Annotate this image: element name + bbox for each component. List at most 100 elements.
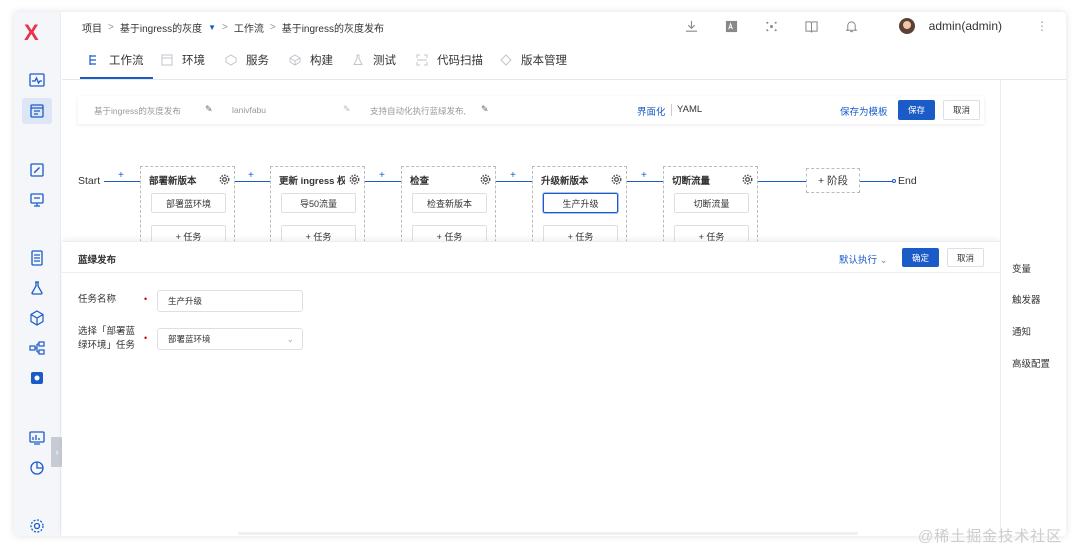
- select-task-label: 选择「部署蓝绿环境」任务: [78, 326, 136, 351]
- flask-icon[interactable]: [27, 278, 47, 298]
- add-stage-button[interactable]: + 阶段: [806, 168, 860, 193]
- tab-test[interactable]: 测试: [352, 52, 396, 68]
- right-panel: 变量 触发器 通知 高级配置: [1000, 80, 1066, 536]
- breadcrumb-item[interactable]: 项目: [82, 20, 102, 35]
- workflow-desc-field[interactable]: 支持自动化执行蓝绿发布,: [370, 105, 466, 117]
- breadcrumb-item[interactable]: 工作流: [234, 20, 264, 35]
- divider: [671, 104, 672, 116]
- env-icon: [161, 54, 173, 66]
- gear-icon[interactable]: [349, 172, 360, 185]
- job-button-selected[interactable]: 生产升级: [543, 193, 618, 213]
- right-panel-triggers[interactable]: 触发器: [1012, 292, 1041, 306]
- right-panel-advanced[interactable]: 高级配置: [1012, 356, 1050, 370]
- hierarchy-icon[interactable]: [27, 338, 47, 358]
- tab-label: 构建: [310, 55, 333, 67]
- tab-version[interactable]: 版本管理: [500, 52, 567, 68]
- translate-icon[interactable]: [723, 17, 741, 35]
- end-dot: [892, 179, 896, 183]
- drawer-cancel-button[interactable]: 取消: [947, 248, 984, 267]
- workflow-name-field[interactable]: 基于ingress的灰度发布: [94, 105, 181, 117]
- caret-down-icon[interactable]: ▼: [208, 23, 216, 32]
- horizontal-scrollbar[interactable]: [238, 532, 858, 535]
- stage-title: 更新 ingress 权重: [279, 176, 345, 187]
- confirm-button[interactable]: 确定: [902, 248, 939, 267]
- gear-icon[interactable]: [611, 172, 622, 185]
- chevron-down-icon: ⌄: [286, 334, 294, 344]
- tab-service[interactable]: 服务: [225, 52, 269, 68]
- add-stage-plus[interactable]: +: [248, 170, 254, 181]
- edit-icon[interactable]: ✎: [481, 104, 489, 115]
- more-vertical-icon[interactable]: ⋮: [1036, 19, 1048, 33]
- plugin-icon[interactable]: [763, 17, 781, 35]
- stage-card[interactable]: 检查 检查新版本 + 任务: [401, 166, 496, 252]
- connector: [104, 181, 140, 182]
- gear-icon[interactable]: [27, 516, 47, 536]
- tab-label: 环境: [182, 55, 205, 67]
- job-button[interactable]: 部署蓝环境: [151, 193, 226, 213]
- exec-mode-dropdown[interactable]: 默认执行 ⌄: [839, 252, 888, 266]
- stage-card[interactable]: 切断流量 切断流量 + 任务: [663, 166, 758, 252]
- stage-title: 检查: [410, 176, 430, 187]
- save-as-template-link[interactable]: 保存为模板: [840, 104, 888, 118]
- stage-card[interactable]: 更新 ingress 权重 导50流量 + 任务: [270, 166, 365, 252]
- connector: [860, 181, 894, 182]
- monitor-icon[interactable]: [27, 190, 47, 210]
- start-node: Start: [78, 175, 101, 187]
- stage-card[interactable]: 升级新版本 生产升级 + 任务: [532, 166, 627, 252]
- task-select[interactable]: 部署蓝环境 ⌄: [157, 328, 303, 350]
- breadcrumb-separator: >: [108, 22, 114, 33]
- stage-card[interactable]: 部署新版本 部署蓝环境 + 任务: [140, 166, 235, 252]
- job-button[interactable]: 导50流量: [281, 193, 356, 213]
- gear-icon[interactable]: [742, 172, 753, 185]
- edit-doc-icon[interactable]: [27, 160, 47, 180]
- breadcrumb-separator: >: [222, 22, 228, 33]
- task-select-value: 部署蓝环境: [168, 334, 211, 344]
- cube-icon[interactable]: [27, 308, 47, 328]
- add-stage-plus[interactable]: +: [641, 170, 647, 181]
- bell-icon[interactable]: [843, 17, 861, 35]
- breadcrumb-item[interactable]: 基于ingress的灰度: [120, 20, 202, 35]
- job-button[interactable]: 检查新版本: [412, 193, 487, 213]
- pulse-icon[interactable]: [27, 70, 47, 90]
- gear-icon[interactable]: [480, 172, 491, 185]
- tab-environment[interactable]: 环境: [161, 52, 205, 68]
- gear-icon[interactable]: [219, 172, 230, 185]
- tab-build[interactable]: 构建: [289, 52, 333, 68]
- task-name-input[interactable]: 生产升级: [157, 290, 303, 312]
- right-panel-variables[interactable]: 变量: [1012, 261, 1031, 275]
- drawer-title: 蓝绿发布: [78, 255, 117, 266]
- tab-label: 代码扫描: [437, 55, 483, 67]
- sidebar: X ›: [14, 12, 63, 536]
- tab-label: 工作流: [109, 55, 144, 67]
- edit-icon[interactable]: ✎: [205, 104, 213, 115]
- active-tab-indicator: [80, 77, 153, 79]
- download-icon[interactable]: [683, 17, 701, 35]
- connector: [496, 181, 532, 182]
- dashboard-icon[interactable]: [27, 428, 47, 448]
- add-stage-plus[interactable]: +: [118, 170, 124, 181]
- add-stage-plus[interactable]: +: [379, 170, 385, 181]
- breadcrumb-separator: >: [269, 22, 276, 33]
- user-name[interactable]: admin(admin): [929, 19, 1002, 33]
- chevron-down-icon: ⌄: [879, 255, 888, 266]
- edit-icon[interactable]: ✎: [343, 104, 351, 115]
- right-panel-notify[interactable]: 通知: [1012, 324, 1031, 338]
- save-button[interactable]: 保存: [898, 100, 935, 120]
- settings-box-icon[interactable]: [27, 368, 47, 388]
- cancel-button[interactable]: 取消: [943, 100, 980, 120]
- mode-yaml-toggle[interactable]: YAML: [677, 104, 702, 115]
- stage-title: 升级新版本: [541, 176, 589, 187]
- avatar[interactable]: [898, 18, 915, 34]
- mode-ui-toggle[interactable]: 界面化: [637, 104, 666, 118]
- project-icon[interactable]: [22, 98, 52, 124]
- service-icon: [225, 54, 237, 66]
- list-icon[interactable]: [27, 248, 47, 268]
- add-stage-plus[interactable]: +: [510, 170, 516, 181]
- tab-code-scan[interactable]: 代码扫描: [416, 52, 483, 68]
- top-right-tools: admin(admin) ⋮: [661, 16, 1048, 36]
- book-icon[interactable]: [803, 17, 821, 35]
- tab-workflow[interactable]: 工作流: [88, 52, 144, 68]
- workflow-key-field[interactable]: lanivfabu: [232, 105, 266, 115]
- job-button[interactable]: 切断流量: [674, 193, 749, 213]
- pie-chart-icon[interactable]: [27, 458, 47, 478]
